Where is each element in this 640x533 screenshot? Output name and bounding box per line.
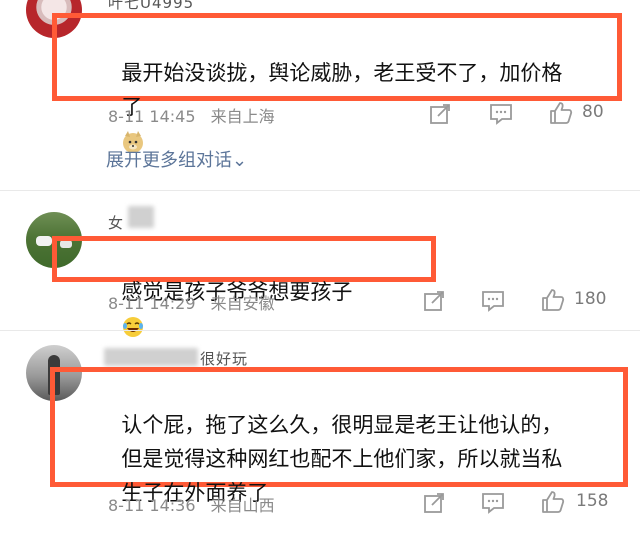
- like-count: 158: [576, 491, 609, 511]
- comment-text: 最开始没谈拢，舆论威胁，老王受不了，加价格: [108, 22, 562, 90]
- expand-conversations-link[interactable]: 展开更多组对话⌄: [106, 146, 247, 172]
- redacted-username: [128, 206, 154, 228]
- divider: [0, 190, 640, 191]
- username[interactable]: 叶七U4995: [108, 0, 194, 13]
- location: 来自山西: [210, 496, 275, 515]
- comment-icon[interactable]: [480, 289, 506, 313]
- thumbs-up-icon[interactable]: [548, 100, 574, 126]
- location: 来自上海: [210, 107, 275, 126]
- share-icon[interactable]: [422, 289, 446, 313]
- thumbs-up-icon[interactable]: [540, 489, 566, 515]
- share-icon[interactable]: [428, 102, 452, 126]
- username[interactable]: 很好玩: [200, 348, 248, 369]
- like-count: 180: [574, 289, 607, 309]
- comment-line: 最开始没谈拢，舆论威胁，老王受不了，加价格: [121, 61, 563, 85]
- like-count: 80: [582, 102, 604, 122]
- chevron-down-icon: ⌄: [232, 150, 248, 171]
- divider: [0, 330, 640, 331]
- laugh-cry-emoji-icon: [123, 317, 144, 337]
- redacted-username: [104, 348, 198, 366]
- share-icon[interactable]: [422, 491, 446, 515]
- expand-label: 展开更多组对话: [106, 150, 232, 171]
- timestamp: 8-11 14:45: [108, 107, 196, 126]
- timestamp: 8-11 14:29: [108, 294, 196, 313]
- location: 来自安徽: [210, 294, 275, 313]
- comment-meta: 8-11 14:45 来自上海: [108, 103, 275, 127]
- username[interactable]: 女: [108, 212, 124, 233]
- comment-meta: 8-11 14:36 来自山西: [108, 492, 275, 516]
- thumbs-up-icon[interactable]: [540, 287, 566, 313]
- timestamp: 8-11 14:36: [108, 496, 196, 515]
- comment-icon[interactable]: [488, 102, 514, 126]
- comment-icon[interactable]: [480, 491, 506, 515]
- comment-meta: 8-11 14:29 来自安徽: [108, 290, 275, 314]
